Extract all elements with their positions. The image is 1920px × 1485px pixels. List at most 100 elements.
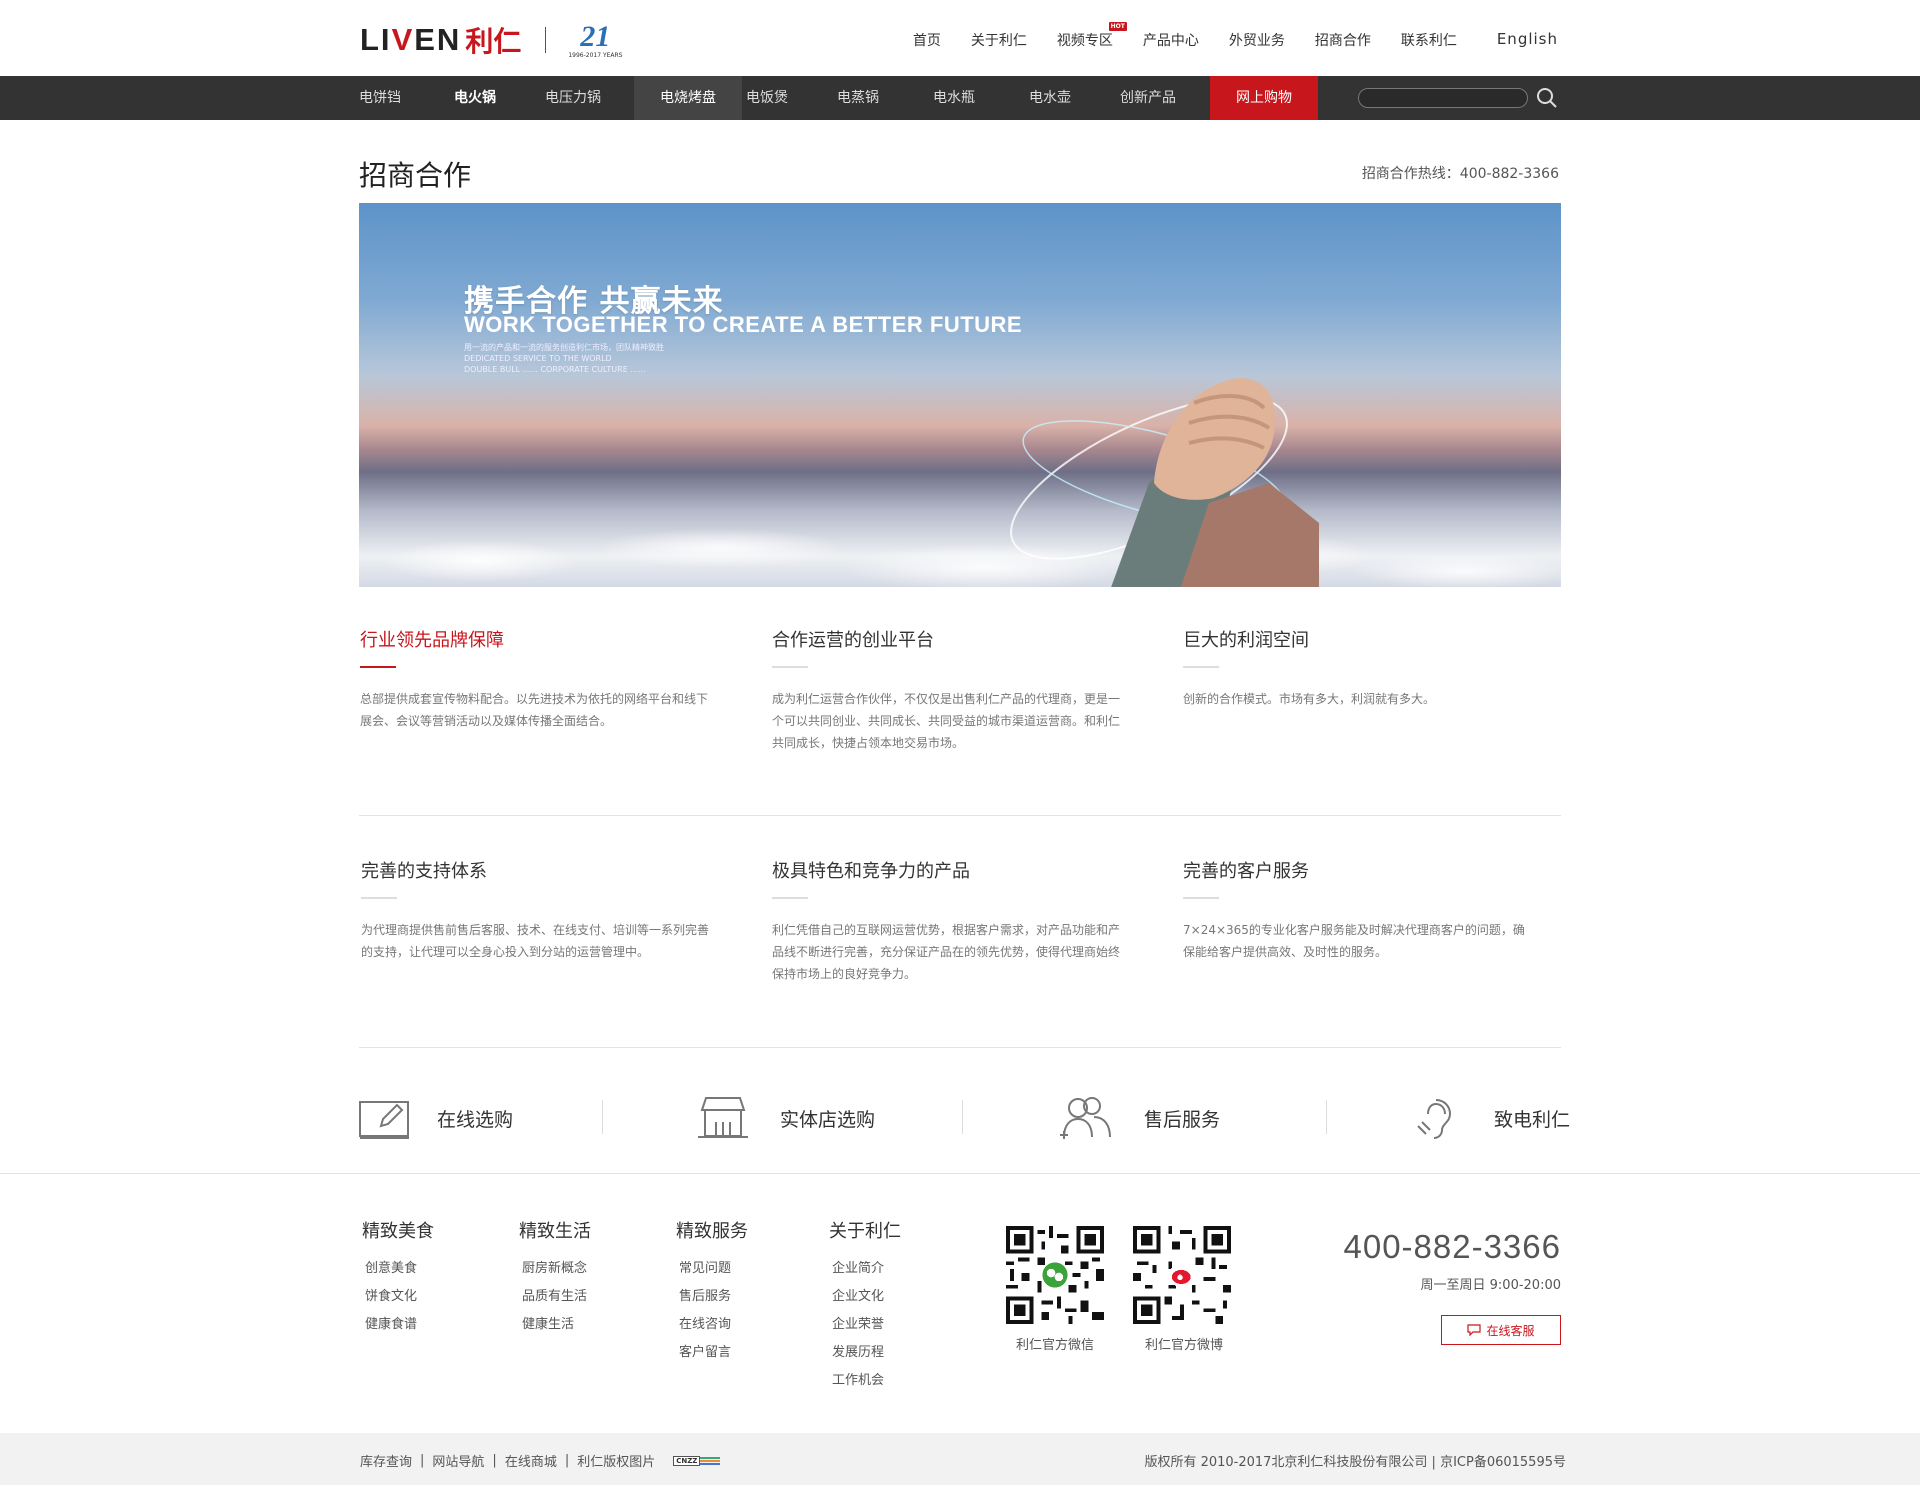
hero-banner: 携手合作 共赢未来 WORK TOGETHER TO CREATE A BETT… [359, 203, 1561, 587]
footer-link[interactable]: 厨房新概念 [519, 1255, 591, 1283]
footer-link[interactable]: 健康生活 [519, 1311, 591, 1339]
chat-icon [1467, 1324, 1482, 1336]
feature-title: 完善的客户服务 [1183, 861, 1309, 882]
nav-partnership[interactable]: 招商合作 [1315, 30, 1371, 50]
footer-link[interactable]: 工作机会 [829, 1367, 901, 1395]
feature-title: 完善的支持体系 [361, 861, 487, 882]
footer-link[interactable]: 企业荣誉 [829, 1311, 901, 1339]
feature-text: 为代理商提供售前售后客服、技术、在线支付、培训等一系列完善的支持，让代理可以全身… [361, 923, 710, 959]
service-call[interactable]: 致电利仁 [1414, 1088, 1570, 1148]
footer-link[interactable]: 企业简介 [829, 1255, 901, 1283]
feature-title: 巨大的利润空间 [1183, 630, 1309, 651]
feature-title: 极具特色和竞争力的产品 [772, 861, 970, 882]
category-item[interactable]: 电压力锅 [545, 76, 634, 120]
footer-column-title: 关于利仁 [829, 1221, 901, 1242]
feature-rule [361, 897, 397, 899]
nav-contact[interactable]: 联系利仁 [1401, 30, 1457, 50]
service-label: 在线选购 [437, 1108, 514, 1131]
feature-title: 合作运营的创业平台 [772, 630, 934, 651]
category-bar: 电饼铛 电火锅 电压力锅 电烧烤盘 电饭煲 电蒸锅 电水瓶 电水壶 创新产品 网… [0, 76, 1920, 120]
footer-link[interactable]: 创意美食 [362, 1255, 434, 1283]
edit-icon [359, 1101, 409, 1139]
service-separator [962, 1100, 963, 1134]
section-divider [359, 1047, 1561, 1048]
category-item[interactable]: 电火锅 [454, 76, 545, 120]
footer-column-title: 精致生活 [519, 1221, 591, 1242]
online-mall-link[interactable]: 在线商城 [505, 1451, 557, 1470]
logo-cn: 利仁 [465, 25, 522, 58]
online-shop-tab[interactable]: 网上购物 [1210, 76, 1318, 120]
wechat-qr-caption: 利仁官方微信 [1015, 1338, 1094, 1353]
cnzz-badge[interactable]: CNZZ [673, 1455, 721, 1466]
footer-link[interactable]: 在线咨询 [676, 1311, 748, 1339]
feature-rule [360, 666, 396, 668]
banner-small-line: DOUBLE BULL ...... CORPORATE CULTURE ...… [464, 365, 646, 374]
feature-products: 极具特色和竞争力的产品 利仁凭借自己的互联网运营优势，根据客户需求，对产品功能和… [772, 857, 1122, 985]
footer-link[interactable]: 饼食文化 [362, 1283, 434, 1311]
category-item[interactable]: 电蒸锅 [837, 76, 933, 120]
nav-about[interactable]: 关于利仁 [971, 30, 1027, 50]
category-item-active[interactable]: 电烧烤盘 [634, 76, 742, 120]
stock-query-link[interactable]: 库存查询 [360, 1451, 412, 1470]
feature-rule [1183, 897, 1219, 899]
footer-column: 精致美食 创意美食 饼食文化 健康食谱 [362, 1217, 434, 1339]
copyright-text: 版权所有 2010-2017北京利仁科技股份有限公司 | 京ICP备060155… [1144, 1455, 1566, 1470]
weibo-qr-code [1133, 1226, 1231, 1324]
site-map-link[interactable]: 网站导航 [432, 1451, 484, 1470]
service-online-shop[interactable]: 在线选购 [359, 1088, 513, 1148]
bottom-bar: 库存查询 | 网站导航 | 在线商城 | 利仁版权图片 CNZZ 版权所有 20… [0, 1433, 1920, 1485]
category-list: 电饼铛 电火锅 电压力锅 电烧烤盘 电饭煲 电蒸锅 电水瓶 电水壶 创新产品 网… [359, 76, 1318, 120]
service-store[interactable]: 实体店选购 [698, 1088, 875, 1148]
footer-link[interactable]: 品质有生活 [519, 1283, 591, 1311]
site-footer: 精致美食 创意美食 饼食文化 健康食谱 精致生活 厨房新概念 品质有生活 健康生… [0, 1173, 1920, 1433]
category-item[interactable]: 电水瓶 [933, 76, 1029, 120]
footer-link[interactable]: 健康食谱 [362, 1311, 434, 1339]
footer-column: 精致服务 常见问题 售后服务 在线咨询 客户留言 [676, 1217, 748, 1367]
feature-text: 成为利仁运营合作伙伴，不仅仅是出售利仁产品的代理商，更是一个可以共同创业、共同成… [772, 692, 1121, 750]
banner-small-text: 用一流的产品和一流的服务创造利仁市场，团队精神致胜 DEDICATED SERV… [464, 342, 664, 375]
cnzz-label: CNZZ [673, 1455, 701, 1466]
feature-text: 创新的合作模式。市场有多大，利润就有多大。 [1183, 692, 1436, 706]
footer-hours: 周一至周日 9:00-20:00 [1420, 1278, 1561, 1293]
online-chat-button[interactable]: 在线客服 [1441, 1315, 1561, 1345]
online-chat-label: 在线客服 [1486, 1323, 1535, 1338]
anniversary-number: 21 [580, 19, 611, 53]
feature-title: 行业领先品牌保障 [360, 630, 504, 651]
category-item[interactable]: 电饭煲 [742, 76, 837, 120]
category-item[interactable]: 电水壶 [1029, 76, 1120, 120]
footer-link[interactable]: 售后服务 [676, 1283, 748, 1311]
nav-products[interactable]: 产品中心 [1143, 30, 1199, 50]
banner-small-line: 用一流的产品和一流的服务创造利仁市场，团队精神致胜 [464, 343, 664, 352]
category-item[interactable]: 创新产品 [1120, 76, 1210, 120]
nav-home[interactable]: 首页 [913, 30, 941, 50]
feature-text: 7×24×365的专业化客户服务能及时解决代理商客户的问题，确保能给客户提供高效… [1183, 923, 1525, 959]
wechat-qr-code [1006, 1226, 1104, 1324]
footer-column-title: 精致美食 [362, 1221, 434, 1242]
footer-link[interactable]: 企业文化 [829, 1283, 901, 1311]
service-label: 实体店选购 [780, 1108, 876, 1131]
service-label: 致电利仁 [1494, 1108, 1571, 1131]
top-navigation: 首页 关于利仁 视频专区 HOT 产品中心 外贸业务 招商合作 联系利仁 Engl… [883, 22, 1558, 50]
feature-rule [1183, 666, 1219, 668]
search-input[interactable] [1358, 88, 1528, 108]
brand-logo[interactable]: LIVEN 利仁 21 1996-2017 YEARS [360, 20, 623, 60]
footer-link[interactable]: 常见问题 [676, 1255, 748, 1283]
footer-column: 关于利仁 企业简介 企业文化 企业荣誉 发展历程 工作机会 [829, 1217, 901, 1395]
users-icon [1060, 1097, 1111, 1139]
search-icon[interactable] [1535, 86, 1559, 110]
logo-wordmark: LIVEN [360, 22, 462, 57]
service-separator [602, 1100, 603, 1134]
page-title: 招商合作 [359, 159, 472, 192]
nav-foreign-trade[interactable]: 外贸业务 [1229, 30, 1285, 50]
category-item[interactable]: 电饼铛 [359, 76, 454, 120]
nav-english[interactable]: English [1497, 30, 1558, 50]
copyright-images-link[interactable]: 利仁版权图片 [577, 1451, 655, 1470]
footer-link[interactable]: 发展历程 [829, 1339, 901, 1367]
store-icon [698, 1097, 748, 1138]
feature-text: 利仁凭借自己的互联网运营优势，根据客户需求，对产品功能和产品线不断进行完善，充分… [772, 923, 1121, 981]
banner-small-line: DEDICATED SERVICE TO THE WORLD [464, 354, 612, 363]
feature-rule [772, 666, 808, 668]
nav-video[interactable]: 视频专区 HOT [1057, 22, 1127, 50]
footer-link[interactable]: 客户留言 [676, 1339, 748, 1367]
service-after-sales[interactable]: 售后服务 [1058, 1088, 1220, 1148]
